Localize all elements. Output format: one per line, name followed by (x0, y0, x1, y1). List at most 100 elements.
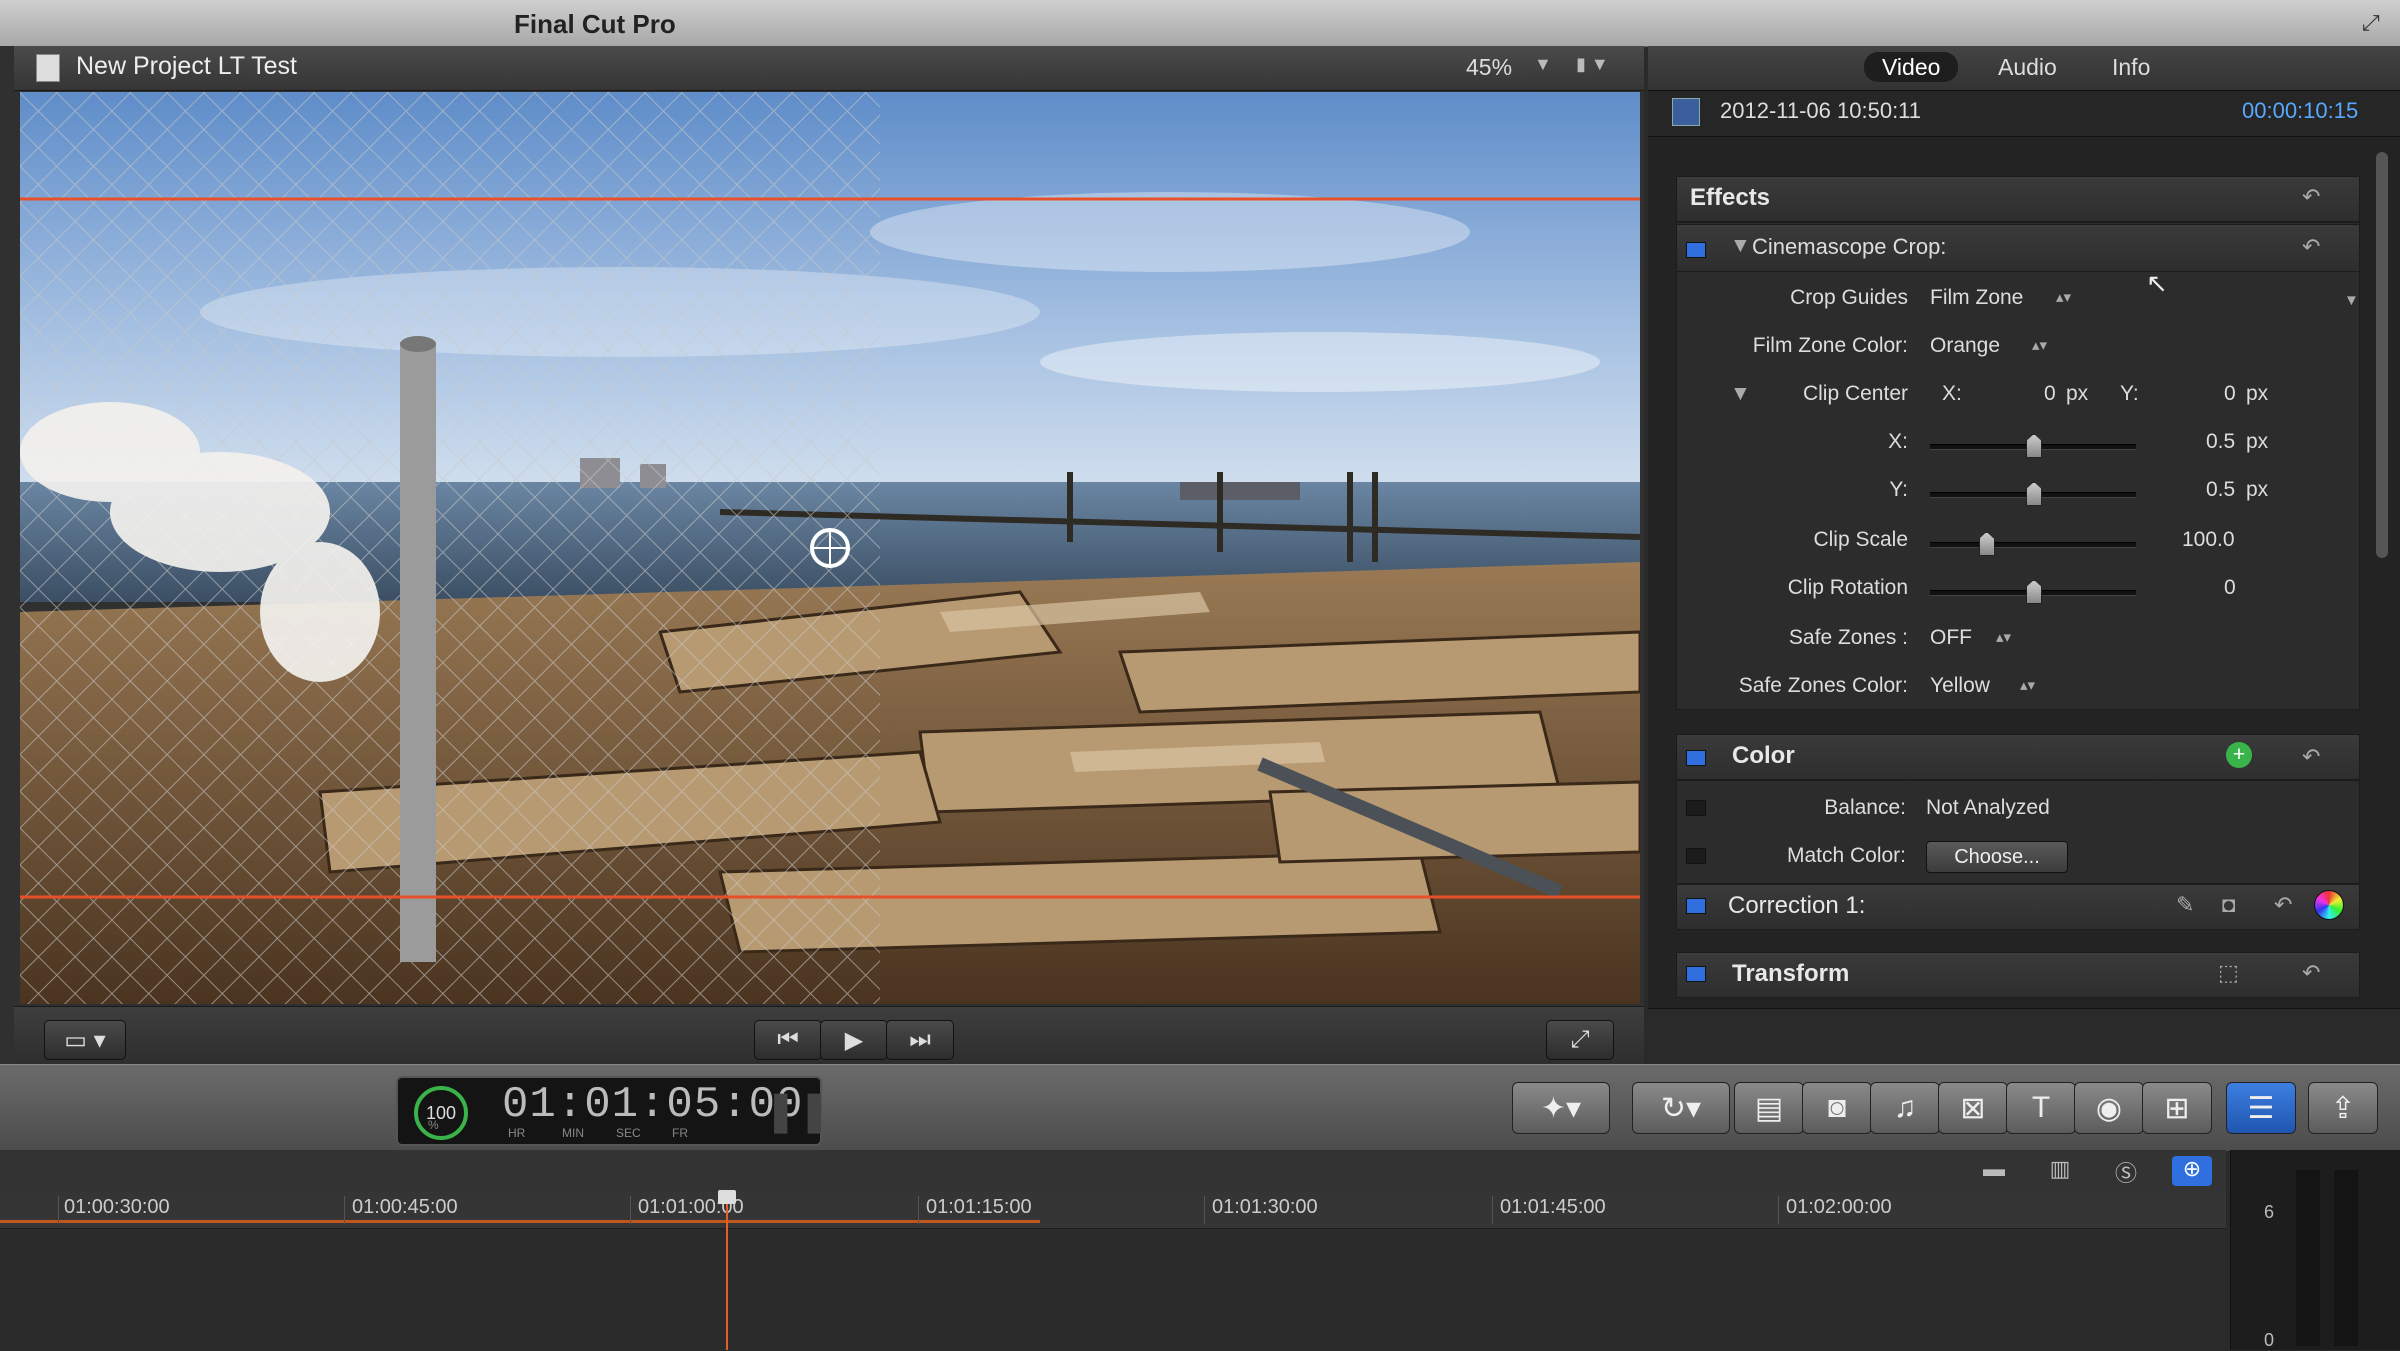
correction-label: Correction 1: (1728, 892, 1866, 919)
ruler-tick (630, 1196, 631, 1224)
render-progress-indicator: 100 (414, 1086, 468, 1140)
app-title: Final Cut Pro (514, 9, 676, 39)
transform-onscreen-icon[interactable]: ⬚ (2218, 960, 2239, 986)
titles-browser-icon[interactable]: T (2006, 1082, 2076, 1134)
reset-icon[interactable]: ↶ (2302, 184, 2320, 210)
choose-button[interactable]: Choose... (1926, 841, 2068, 873)
tab-audio[interactable]: Audio (1980, 52, 2075, 82)
ruler-label: 01:01:30:00 (1212, 1196, 1318, 1218)
safe-zones-color-select[interactable]: Yellow (1930, 674, 1990, 698)
retime-button[interactable]: ↻▾ (1632, 1082, 1730, 1134)
disclosure-triangle-icon[interactable]: ▼ (1730, 234, 1751, 258)
chevron-down-icon[interactable]: ▼ (2344, 292, 2359, 309)
x-unit: px (2246, 430, 2269, 453)
themes-browser-icon[interactable]: ⊞ (2142, 1082, 2212, 1134)
event-browser-icon[interactable]: ▤ (1734, 1082, 1804, 1134)
photo-browser-icon[interactable]: ◙ (1802, 1082, 1872, 1134)
render-progress-unit: % (428, 1118, 439, 1132)
inspector-scrollbar[interactable] (2376, 152, 2388, 558)
tab-info[interactable]: Info (2094, 52, 2168, 82)
zoom-slider-icon[interactable]: ▬ (1974, 1156, 2014, 1186)
correction-enable-checkbox[interactable] (1686, 898, 1706, 914)
viewer-layout-button[interactable]: ▭ ▾ (44, 1020, 126, 1060)
clip-scale-value[interactable]: 100.0 (2182, 528, 2235, 552)
tab-video[interactable]: Video (1864, 52, 1959, 82)
stepper-icon[interactable]: ▴▾ (1996, 628, 2011, 646)
timeline-ruler[interactable] (0, 1192, 2226, 1229)
playhead[interactable] (726, 1192, 728, 1350)
magic-wand-icon[interactable]: ✎ (2176, 892, 2194, 918)
x-value[interactable]: 0.5 (2206, 430, 2235, 454)
timecode-unit-fr: FR (672, 1126, 688, 1140)
video-frame[interactable] (20, 92, 1640, 1004)
inspector-toggle-icon[interactable]: ☰ (2226, 1082, 2296, 1134)
crop-guides-label: Crop Guides (1790, 286, 1908, 309)
clip-center-y-value[interactable]: 0 (2224, 382, 2236, 406)
color-enable-checkbox[interactable] (1686, 750, 1706, 766)
generators-browser-icon[interactable]: ◉ (2074, 1082, 2144, 1134)
film-zone-color-select[interactable]: Orange (1930, 334, 2000, 358)
balance-value: Not Analyzed (1926, 796, 2050, 819)
fullscreen-icon[interactable]: ⤢ (2362, 10, 2388, 36)
music-browser-icon[interactable]: ♫ (1870, 1082, 1940, 1134)
reset-icon[interactable]: ↶ (2302, 960, 2320, 986)
stepper-icon[interactable]: ▴▾ (2056, 288, 2071, 306)
clip-rotation-label: Clip Rotation (1787, 576, 1908, 599)
ruler-tick (344, 1196, 345, 1224)
fullscreen-playback-button[interactable]: ⤢ (1546, 1020, 1614, 1060)
color-board-icon[interactable] (2314, 890, 2344, 920)
x-label: X: (1888, 430, 1908, 453)
chevron-down-icon[interactable]: ▼ (1534, 54, 1552, 75)
play-button[interactable]: ▶ (820, 1020, 888, 1060)
reset-icon[interactable]: ↶ (2302, 234, 2320, 260)
clip-duration: 00:00:10:15 (2242, 98, 2359, 123)
transform-enable-checkbox[interactable] (1686, 966, 1706, 982)
effect-name: Cinemascope Crop: (1752, 234, 1947, 259)
meter-right (2334, 1170, 2358, 1346)
stepper-icon[interactable]: ▴▾ (2020, 676, 2035, 694)
reset-icon[interactable]: ↶ (2274, 892, 2292, 918)
pause-icon: ❚❚ (764, 1089, 832, 1133)
add-correction-icon[interactable]: + (2226, 742, 2252, 768)
safe-zones-select[interactable]: OFF (1930, 626, 1972, 650)
meter-left (2296, 1170, 2320, 1346)
clip-scale-label: Clip Scale (1813, 528, 1908, 551)
view-options-button[interactable]: ▮ ▼ (1576, 54, 1609, 75)
color-title: Color (1732, 742, 1795, 769)
ruler-tick (1778, 1196, 1779, 1224)
safe-zones-label: Safe Zones : (1788, 626, 1908, 649)
effect-enable-checkbox[interactable] (1686, 242, 1706, 258)
ruler-tick (1204, 1196, 1205, 1224)
enhancements-button[interactable]: ✦▾ (1512, 1082, 1610, 1134)
meter-label: 6 (2264, 1202, 2275, 1222)
share-icon[interactable]: ⇪ (2308, 1082, 2378, 1134)
transitions-browser-icon[interactable]: ⊠ (1938, 1082, 2008, 1134)
crop-guides-select[interactable]: Film Zone (1930, 286, 2023, 310)
disclosure-triangle-icon[interactable]: ▼ (1730, 382, 1751, 406)
effects-title: Effects (1690, 184, 1771, 211)
y-value[interactable]: 0.5 (2206, 478, 2235, 502)
zoom-level[interactable]: 45% (1466, 54, 1512, 81)
clip-center-x-value[interactable]: 0 (2044, 382, 2056, 406)
previous-edit-button[interactable]: ⏮ (754, 1020, 822, 1060)
timecode-unit-min: MIN (562, 1126, 584, 1140)
clip-scale-slider[interactable] (1930, 542, 2136, 548)
ruler-label: 01:00:45:00 (352, 1196, 458, 1218)
reset-icon[interactable]: ↶ (2302, 744, 2320, 770)
clip-icon (1672, 98, 1700, 126)
transform-title: Transform (1732, 960, 1850, 987)
camera-icon[interactable]: ◘ (2222, 892, 2235, 918)
clip-rotation-value[interactable]: 0 (2224, 576, 2236, 600)
film-zone-color-label: Film Zone Color: (1752, 334, 1908, 357)
clip-center-x-unit: px (2066, 382, 2089, 405)
snapping-icon[interactable]: ⊕ (2172, 1156, 2212, 1186)
project-icon (36, 54, 60, 82)
solo-icon[interactable]: Ⓢ (2106, 1156, 2146, 1186)
stepper-icon[interactable]: ▴▾ (2032, 336, 2047, 354)
render-bar (0, 1220, 1040, 1223)
balance-label: Balance: (1824, 796, 1906, 819)
playhead-handle[interactable] (718, 1190, 736, 1204)
next-edit-button[interactable]: ⏭ (886, 1020, 954, 1060)
clip-center-label: Clip Center (1802, 382, 1908, 405)
audio-waveform-icon[interactable]: ▥ (2040, 1156, 2080, 1186)
